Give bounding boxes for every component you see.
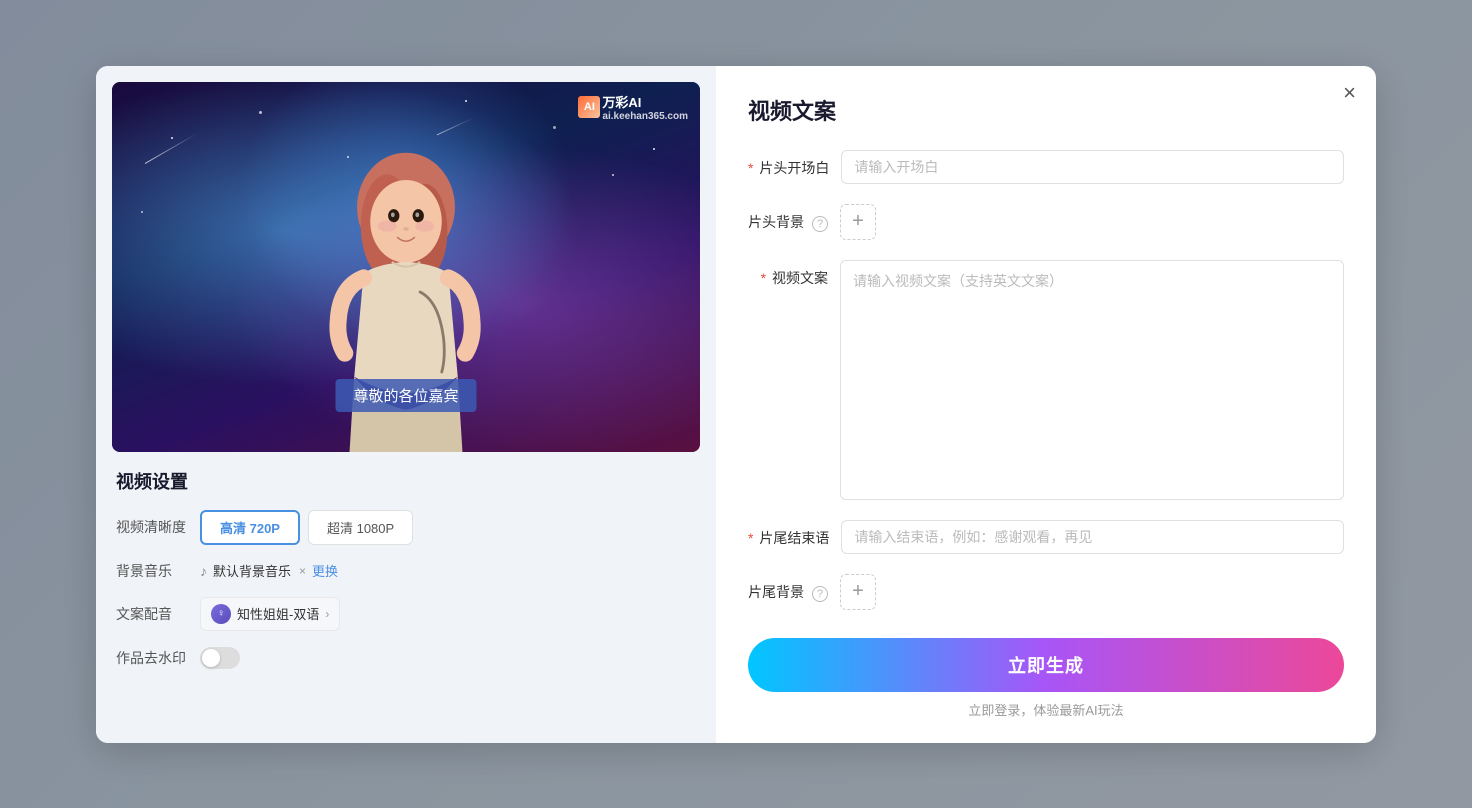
opening-required-star: *: [748, 160, 753, 176]
opening-field-row: * 片头开场白: [748, 150, 1344, 184]
quality-720p-button[interactable]: 高清 720P: [200, 510, 300, 545]
modal-container: AI 万彩AI ai.keehan365.com: [96, 66, 1376, 743]
left-panel: AI 万彩AI ai.keehan365.com: [96, 66, 716, 743]
login-hint: 立即登录，体验最新AI玩法: [748, 700, 1344, 719]
music-note-icon: ♪: [200, 563, 207, 579]
video-copy-textarea[interactable]: [840, 260, 1344, 500]
opening-input[interactable]: [841, 150, 1344, 184]
voice-select-button[interactable]: ♀ 知性姐姐-双语 ›: [200, 597, 340, 631]
settings-title: 视频设置: [116, 468, 696, 494]
video-subtitle: 尊敬的各位嘉宾: [335, 379, 476, 412]
toggle-knob: [202, 649, 220, 667]
quality-setting-row: 视频清晰度 高清 720P 超清 1080P: [116, 510, 696, 545]
video-copy-field-row: * 视频文案: [748, 260, 1344, 500]
panel-title: 视频文案: [748, 94, 1344, 126]
quality-label: 视频清晰度: [116, 517, 188, 537]
generate-button[interactable]: 立即生成: [748, 638, 1344, 692]
video-watermark: AI 万彩AI ai.keehan365.com: [578, 92, 688, 122]
voice-setting-row: 文案配音 ♀ 知性姐姐-双语 ›: [116, 597, 696, 631]
video-copy-required-star: *: [761, 270, 766, 286]
quality-1080p-button[interactable]: 超清 1080P: [308, 510, 413, 545]
watermark-setting-row: 作品去水印: [116, 647, 696, 669]
watermark-brand: 万彩AI: [602, 95, 641, 110]
footer-bg-label: 片尾背景 ?: [748, 574, 828, 602]
voice-chevron-icon: ›: [325, 607, 329, 621]
footer-bg-help-icon[interactable]: ?: [812, 586, 828, 602]
voice-label: 文案配音: [116, 604, 188, 624]
ending-label: * 片尾结束语: [748, 520, 829, 548]
music-setting-row: 背景音乐 ♪ 默认背景音乐 × 更换: [116, 561, 696, 581]
voice-name: 知性姐姐-双语: [237, 604, 319, 623]
watermark-toggle-switch[interactable]: [200, 647, 240, 669]
video-settings-section: 视频设置 视频清晰度 高清 720P 超清 1080P 背景音乐 ♪ 默认背景音…: [112, 468, 700, 669]
quality-buttons: 高清 720P 超清 1080P: [200, 510, 413, 545]
ending-required-star: *: [748, 530, 753, 546]
close-button[interactable]: ×: [1343, 82, 1356, 104]
ending-field-row: * 片尾结束语: [748, 520, 1344, 554]
ending-input[interactable]: [841, 520, 1344, 554]
music-label: 背景音乐: [116, 561, 188, 581]
header-bg-field-row: 片头背景 ? +: [748, 204, 1344, 240]
opening-label: * 片头开场白: [748, 150, 829, 178]
header-bg-add-button[interactable]: +: [840, 204, 876, 240]
modal-overlay: AI 万彩AI ai.keehan365.com: [0, 0, 1472, 808]
footer-bg-add-button[interactable]: +: [840, 574, 876, 610]
watermark-url: ai.keehan365.com: [602, 111, 688, 122]
watermark-logo-icon: AI: [578, 96, 600, 118]
music-remove-button[interactable]: ×: [299, 564, 306, 578]
footer-bg-field-row: 片尾背景 ? +: [748, 574, 1344, 610]
music-change-button[interactable]: 更换: [312, 561, 338, 580]
music-name: 默认背景音乐: [213, 561, 291, 580]
watermark-toggle: [200, 647, 240, 669]
right-panel: × 视频文案 * 片头开场白 片头背景 ? +: [716, 66, 1376, 743]
header-bg-help-icon[interactable]: ?: [812, 216, 828, 232]
watermark-label: 作品去水印: [116, 648, 188, 668]
voice-avatar-icon: ♀: [211, 604, 231, 624]
music-control: ♪ 默认背景音乐 × 更换: [200, 561, 338, 580]
video-preview: AI 万彩AI ai.keehan365.com: [112, 82, 700, 452]
video-copy-label: * 视频文案: [748, 260, 828, 288]
header-bg-label: 片头背景 ?: [748, 204, 828, 232]
